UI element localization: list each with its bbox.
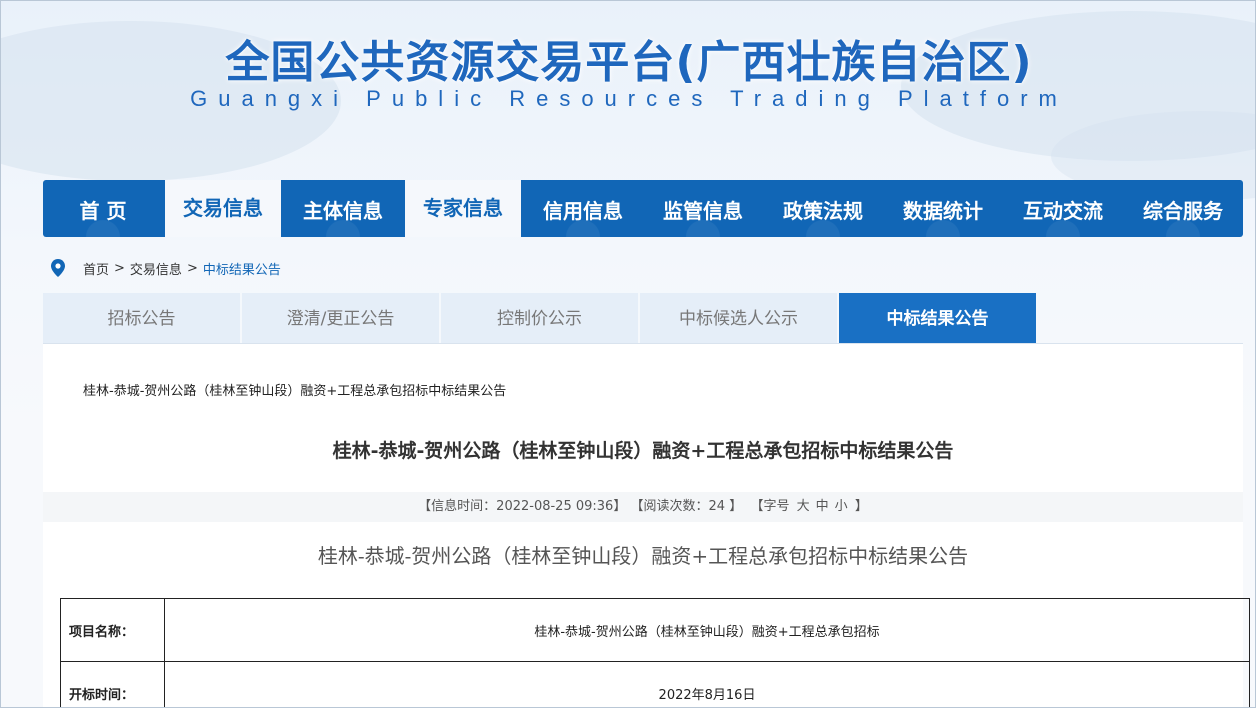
nav-item-supervision-info[interactable]: 监管信息	[643, 180, 763, 237]
location-pin-icon	[51, 259, 65, 277]
meta-views-value: 24	[708, 499, 726, 514]
nav-item-trading-info[interactable]: 交易信息	[163, 180, 283, 237]
breadcrumb-separator: >	[114, 260, 125, 276]
font-size-medium-button[interactable]: 中	[816, 499, 829, 514]
tab-control-price[interactable]: 控制价公示	[441, 293, 638, 343]
table-row: 开标时间： 2022年8月16日	[60, 661, 1250, 707]
meta-bracket: 】	[613, 499, 627, 514]
table-row: 项目名称： 桂林-恭城-贺州公路（桂林至钟山段）融资+工程总承包招标	[60, 598, 1250, 662]
article-meta: 【信息时间：2022-08-25 09:36】 【阅读次数：24 】 【字号 大…	[43, 492, 1243, 522]
article-title: 桂林-恭城-贺州公路（桂林至钟山段）融资+工程总承包招标中标结果公告	[332, 440, 954, 462]
breadcrumb: 首页 > 交易信息 > 中标结果公告	[51, 257, 281, 279]
table-value: 2022年8月16日	[164, 661, 1250, 707]
meta-font-label: 【字号	[750, 499, 790, 514]
meta-views-label: 【阅读次数：	[630, 499, 709, 514]
article-panel: 桂林-恭城-贺州公路（桂林至钟山段）融资+工程总承包招标中标结果公告 桂林-恭城…	[43, 344, 1250, 707]
nav-item-entity-info[interactable]: 主体信息	[283, 180, 403, 237]
nav-item-policy[interactable]: 政策法规	[763, 180, 883, 237]
site-title: 全国公共资源交易平台(广西壮族自治区)	[225, 37, 1033, 88]
font-size-large-button[interactable]: 大	[797, 499, 810, 514]
nav-item-credit-info[interactable]: 信用信息	[523, 180, 643, 237]
tab-clarification[interactable]: 澄清/更正公告	[242, 293, 439, 343]
meta-time-value: 2022-08-25 09:36	[496, 499, 614, 514]
meta-bracket: 】	[854, 499, 868, 514]
article-link-title[interactable]: 桂林-恭城-贺州公路（桂林至钟山段）融资+工程总承包招标中标结果公告	[83, 380, 506, 399]
main-nav: 首 页 交易信息 主体信息 专家信息 信用信息 监管信息 政策法规 数据统计 互…	[43, 180, 1243, 237]
tab-tender-notice[interactable]: 招标公告	[43, 293, 240, 343]
breadcrumb-home[interactable]: 首页	[83, 259, 109, 278]
tab-award-result[interactable]: 中标结果公告	[839, 293, 1036, 343]
nav-item-services[interactable]: 综合服务	[1123, 180, 1243, 237]
meta-bracket: 】	[729, 499, 743, 514]
page-frame: 全国公共资源交易平台(广西壮族自治区) Guangxi Public Resou…	[0, 0, 1256, 708]
breadcrumb-separator: >	[186, 260, 198, 276]
table-value: 桂林-恭城-贺州公路（桂林至钟山段）融资+工程总承包招标	[164, 598, 1250, 662]
notice-tabs: 招标公告 澄清/更正公告 控制价公示 中标候选人公示 中标结果公告	[43, 293, 1243, 344]
nav-item-statistics[interactable]: 数据统计	[883, 180, 1003, 237]
meta-time-label: 【信息时间：	[418, 499, 497, 514]
nav-item-expert-info[interactable]: 专家信息	[403, 180, 523, 237]
table-key: 项目名称：	[60, 598, 165, 662]
project-info-table: 项目名称： 桂林-恭城-贺州公路（桂林至钟山段）融资+工程总承包招标 开标时间：…	[60, 598, 1250, 707]
site-subtitle: Guangxi Public Resources Trading Platfor…	[190, 86, 1068, 111]
document-heading: 桂林-恭城-贺州公路（桂林至钟山段）融资+工程总承包招标中标结果公告	[317, 544, 969, 568]
nav-item-home[interactable]: 首 页	[43, 180, 163, 237]
table-key: 开标时间：	[60, 661, 165, 707]
font-size-small-button[interactable]: 小	[835, 499, 848, 514]
breadcrumb-current[interactable]: 中标结果公告	[203, 259, 281, 278]
breadcrumb-trading-info[interactable]: 交易信息	[130, 259, 182, 278]
nav-item-interaction[interactable]: 互动交流	[1003, 180, 1123, 237]
tab-candidate[interactable]: 中标候选人公示	[640, 293, 837, 343]
